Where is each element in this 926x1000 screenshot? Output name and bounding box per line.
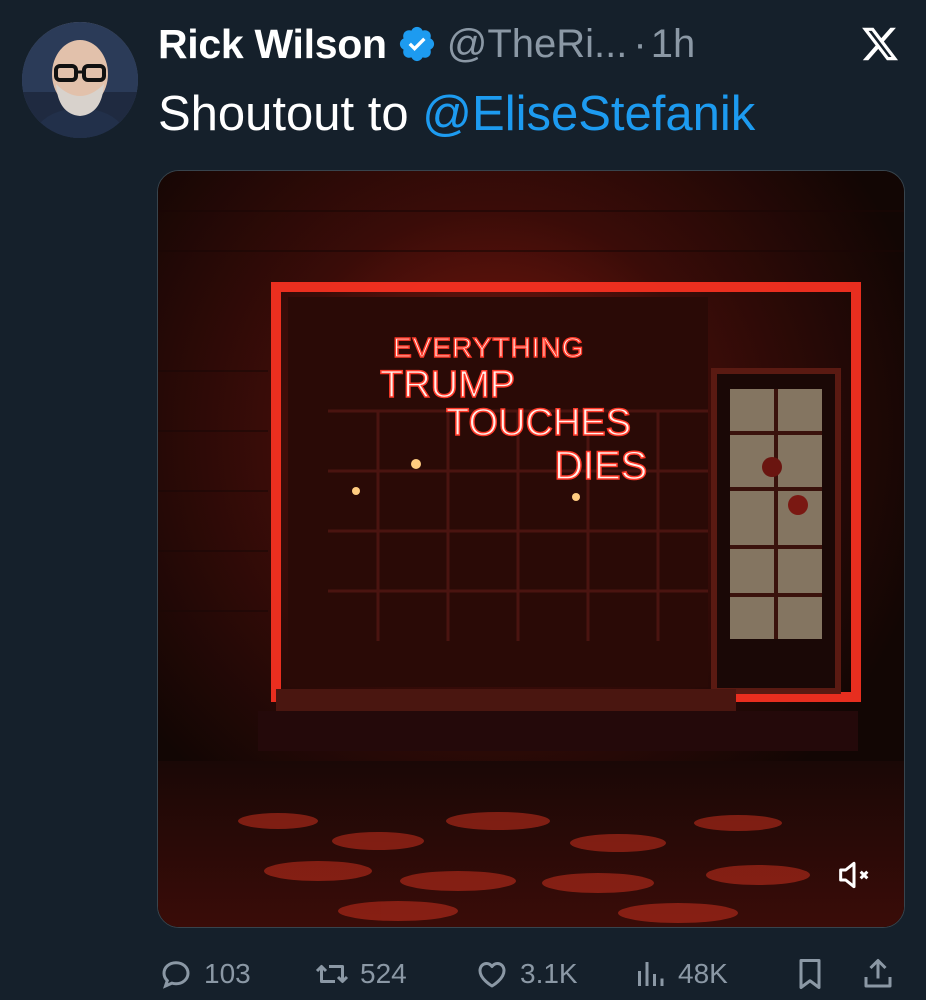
mention-link[interactable]: @EliseStefanik: [422, 87, 755, 141]
timestamp[interactable]: 1h: [651, 22, 696, 67]
tweet-text-prefix: Shoutout to: [158, 87, 423, 141]
reply-button[interactable]: 103: [158, 948, 251, 1000]
views-count: 48K: [678, 958, 728, 989]
avatar[interactable]: [22, 22, 138, 138]
tweet-header: Rick Wilson @TheRi... · 1h: [158, 14, 695, 74]
like-count: 3.1K: [520, 958, 578, 989]
views-icon: [638, 962, 664, 986]
handle[interactable]: @TheRi...: [447, 22, 628, 67]
repost-count: 524: [360, 958, 407, 989]
x-logo-icon: [860, 24, 900, 64]
repost-icon: [315, 965, 349, 983]
like-button[interactable]: 3.1K: [474, 948, 578, 1000]
tweet-text: Shoutout to @EliseStefanik: [158, 82, 755, 146]
display-name[interactable]: Rick Wilson: [158, 21, 387, 68]
views-button[interactable]: 48K: [632, 948, 728, 1000]
reply-count: 103: [204, 958, 251, 989]
share-button[interactable]: [860, 948, 906, 1000]
separator-dot: ·: [633, 21, 647, 66]
verified-badge-icon[interactable]: [397, 24, 437, 64]
tweet-actions: 103 524 3.1K 48K: [158, 948, 904, 1000]
mute-icon[interactable]: [834, 855, 874, 895]
neon-line-touches: TOUCHES: [446, 402, 631, 444]
repost-button[interactable]: 524: [314, 948, 407, 1000]
neon-line-everything: EVERYTHING: [393, 332, 585, 363]
media-video[interactable]: EVERYTHING TRUMP TOUCHES DIES: [157, 170, 905, 928]
neon-line-trump: TRUMP: [380, 364, 515, 406]
neon-line-dies: DIES: [554, 444, 647, 488]
tweet-card[interactable]: Rick Wilson @TheRi... · 1h Shoutout to @…: [0, 0, 926, 1000]
bookmark-button[interactable]: [792, 948, 838, 1000]
like-icon: [478, 962, 506, 988]
reply-icon: [162, 961, 190, 989]
bookmark-icon: [799, 959, 821, 989]
share-icon: [864, 959, 892, 988]
